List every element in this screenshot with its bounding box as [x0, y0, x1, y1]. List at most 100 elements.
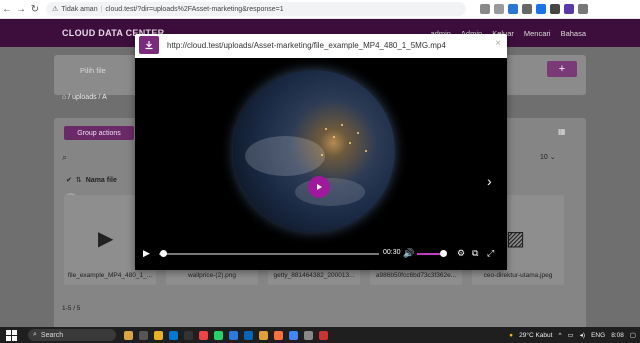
add-file-button[interactable]: +: [547, 61, 577, 77]
taskbar-apps: [124, 330, 328, 340]
file-explorer-icon[interactable]: [154, 330, 163, 340]
edge-icon[interactable]: [169, 330, 178, 340]
security-label: Tidak aman: [61, 5, 98, 13]
app-icon[interactable]: [319, 330, 328, 340]
url-text: cloud.test/?dir=uploads%2FAsset-marketin…: [105, 5, 284, 13]
address-separator: |: [100, 5, 103, 13]
search-icon[interactable]: ⌕: [62, 152, 67, 163]
pagination-text: 1-5 / 5: [62, 305, 81, 312]
file-name[interactable]: file_example_MP4_480_1_...: [64, 272, 156, 279]
profile-icon[interactable]: [564, 4, 574, 14]
check-icon[interactable]: ✔: [66, 176, 72, 184]
seek-handle[interactable]: [160, 250, 168, 257]
play-control-icon[interactable]: ▶: [143, 248, 150, 259]
sitemap-icon: ⌂ /: [62, 94, 73, 101]
video-preview-modal: http://cloud.test/uploads/Asset-marketin…: [135, 34, 507, 270]
header-item-language[interactable]: Bahasa: [561, 29, 586, 38]
video-frame-detail: [333, 136, 335, 138]
app-icon[interactable]: [274, 330, 283, 340]
app-icon[interactable]: [304, 330, 313, 340]
video-frame-detail: [341, 124, 343, 126]
widgets-icon[interactable]: [124, 330, 133, 340]
forward-icon[interactable]: →: [14, 2, 28, 16]
popout-icon[interactable]: ⧉: [472, 248, 478, 259]
file-name[interactable]: ceo-direktur-utama.jpeg: [472, 272, 564, 279]
volume-handle[interactable]: [439, 250, 447, 257]
download-icon: [145, 41, 153, 50]
video-controls: ▶ 00:30 🔊 ⚙ ⧉ ⤢: [135, 246, 507, 260]
network-icon[interactable]: ▭: [568, 331, 574, 339]
video-frame-detail: [321, 154, 323, 156]
app-icon[interactable]: [229, 330, 238, 340]
notification-icon[interactable]: ▢: [630, 331, 636, 339]
search-icon: ⌕: [33, 331, 37, 338]
store-icon[interactable]: [184, 330, 193, 340]
download-button[interactable]: [139, 36, 159, 54]
video-frame-detail: [365, 150, 367, 152]
weather-text[interactable]: 29°C Kabut: [519, 332, 552, 339]
time-display: 00:30: [383, 249, 401, 256]
video-frame-detail: [325, 128, 327, 130]
extension-icon[interactable]: [536, 4, 546, 14]
breadcrumb: ⌂ / uploads / A: [62, 94, 107, 101]
breadcrumb-item[interactable]: A: [102, 94, 107, 101]
app-icon[interactable]: [199, 330, 208, 340]
video-frame-detail: [295, 178, 365, 206]
next-arrow-icon[interactable]: ›: [487, 173, 492, 189]
menu-icon[interactable]: [578, 4, 588, 14]
language-indicator[interactable]: ENG: [591, 332, 605, 339]
task-view-icon[interactable]: [139, 330, 148, 340]
vscode-icon[interactable]: [244, 330, 253, 340]
fullscreen-icon[interactable]: ⤢: [487, 248, 494, 259]
file-name[interactable]: a986b50fcc6bd73c3f362e...: [370, 272, 462, 279]
taskbar-search-label: Search: [40, 331, 64, 339]
taskbar-search[interactable]: ⌕ Search: [28, 329, 116, 341]
settings-icon[interactable]: ⚙: [457, 248, 465, 259]
browser-toolbar: ← → ↻ ⚠ Tidak aman | cloud.test/?dir=upl…: [0, 0, 640, 19]
extension-icons: [480, 4, 588, 14]
weather-icon: ●: [509, 331, 514, 339]
file-name[interactable]: getty_881464382_200013...: [268, 272, 360, 279]
share-icon[interactable]: [480, 4, 490, 14]
video-frame-detail: [357, 132, 359, 134]
per-page-value: 10: [540, 154, 548, 161]
file-input-placeholder[interactable]: Pilih file: [80, 66, 106, 75]
video-frame-detail: [349, 142, 351, 144]
start-icon[interactable]: [4, 328, 18, 342]
breadcrumb-item[interactable]: uploads: [72, 94, 97, 101]
star-icon[interactable]: [494, 4, 504, 14]
close-icon[interactable]: ×: [495, 38, 501, 49]
play-button[interactable]: [308, 176, 330, 198]
modal-file-url[interactable]: http://cloud.test/uploads/Asset-marketin…: [167, 41, 446, 50]
volume-slider[interactable]: [417, 253, 443, 255]
video-frame-detail: [245, 136, 325, 176]
seek-bar[interactable]: [159, 253, 379, 255]
whatsapp-icon[interactable]: [214, 330, 223, 340]
volume-icon[interactable]: 🔊: [403, 248, 414, 259]
back-icon[interactable]: ←: [0, 2, 14, 16]
chrome-icon[interactable]: [289, 330, 298, 340]
volume-tray-icon[interactable]: ◂): [580, 331, 585, 339]
warning-icon: ⚠: [52, 6, 59, 13]
per-page-select[interactable]: 10 ⌄: [540, 153, 556, 161]
chevron-up-icon[interactable]: ^: [558, 332, 561, 339]
play-icon: [317, 184, 322, 190]
sort-icon[interactable]: ⇅: [76, 176, 82, 184]
clock[interactable]: 8:08: [611, 332, 624, 339]
extension-icon[interactable]: [508, 4, 518, 14]
windows-taskbar: ⌕ Search ● 29°C Kabut ^ ▭ ◂) ENG 8:08 ▢: [0, 327, 640, 343]
video-player[interactable]: ›: [135, 58, 507, 270]
file-name[interactable]: wallprice-(2).png: [166, 272, 258, 279]
image-file-icon: ▨: [506, 228, 525, 250]
header-item-search[interactable]: Mencari: [524, 29, 551, 38]
group-actions-button[interactable]: Group actions: [64, 126, 134, 140]
reload-icon[interactable]: ↻: [28, 2, 42, 16]
video-file-icon: ▶: [98, 228, 114, 250]
sort-row: ✔ ⇅ Nama file: [66, 176, 117, 185]
puzzle-icon[interactable]: [550, 4, 560, 14]
sort-label[interactable]: Nama file: [86, 177, 117, 184]
camera-icon[interactable]: [522, 4, 532, 14]
address-bar[interactable]: ⚠ Tidak aman | cloud.test/?dir=uploads%2…: [46, 2, 466, 16]
app-icon[interactable]: [259, 330, 268, 340]
grid-view-icon[interactable]: ▦: [558, 127, 566, 136]
